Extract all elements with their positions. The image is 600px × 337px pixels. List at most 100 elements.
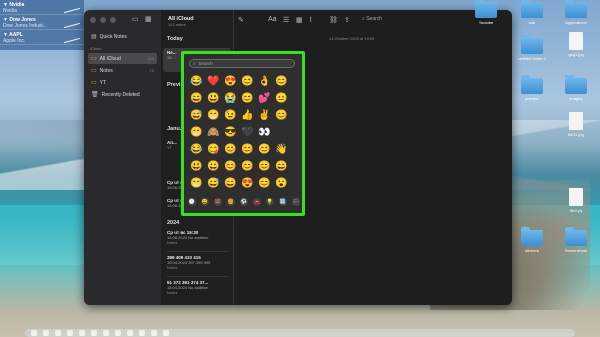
desktop-icon-file2[interactable]: file2.py	[553, 188, 599, 213]
emoji-button[interactable]: 😂	[188, 141, 205, 158]
dock-app-icon[interactable]	[55, 330, 61, 336]
emoji-button[interactable]: 🖤	[239, 124, 256, 141]
emoji-button[interactable]: ❤️	[205, 73, 222, 90]
checklist-icon[interactable]: ☰	[283, 16, 289, 24]
dock-app-icon[interactable]	[79, 330, 85, 336]
emoji-button[interactable]: 👌	[256, 73, 273, 90]
list-item[interactable]: 51 372 361 374 37... 15.04.2024 No addit…	[167, 280, 229, 295]
sidebar-item-recently-deleted[interactable]: 🗑 Recently Deleted	[88, 89, 157, 100]
emoji-picker[interactable]: ⌕ Search 😂 ❤️ 😍 😊 👌 😊 😄 😃 😭 😊 💕 😐 😅 😁 😉 👍 ✌️ 😊 😁 🙈 😎 🖤 👀 😂 😋 😊 😊 😊 👋…	[181, 51, 305, 216]
emoji-button[interactable]: 😉	[222, 107, 239, 124]
list-item[interactable]: 399 409 410 415 15.04.2024 397 395 395 N…	[167, 255, 229, 270]
sidebar-item-all-icloud[interactable]: ▭ All iCloud 142	[88, 53, 157, 64]
desktop-icon-youtube[interactable]: Youtube	[463, 0, 509, 25]
emoji-search-input[interactable]: ⌕ Search	[189, 59, 295, 68]
emoji-button[interactable]: 😐	[273, 90, 290, 107]
emoji-button[interactable]: 😊	[239, 141, 256, 158]
emoji-button[interactable]: 😊	[222, 141, 239, 158]
dock-app-icon[interactable]	[139, 330, 145, 336]
emoji-button[interactable]: 😁	[188, 124, 205, 141]
text-format-icon[interactable]: Aa	[268, 16, 277, 23]
desktop-icon-applications[interactable]: Applications	[553, 0, 599, 25]
emoji-button[interactable]: 😍	[239, 175, 256, 192]
sidebar-item-quick-notes[interactable]: ▤ Quick Notes	[88, 31, 157, 42]
desktop-icon-preview[interactable]: preview	[509, 75, 555, 101]
dock-app-icon[interactable]	[31, 330, 37, 336]
close-button[interactable]	[90, 17, 96, 23]
emoji-button[interactable]: 😊	[239, 158, 256, 175]
emoji-category-tab[interactable]: 🍔	[227, 198, 235, 206]
desktop-icon-images[interactable]: images	[553, 75, 599, 101]
sidebar-item-notes[interactable]: ▭ Notes 73	[88, 65, 157, 76]
emoji-button[interactable]: 😁	[205, 107, 222, 124]
emoji-category-tab[interactable]: 🏳	[292, 198, 300, 206]
desktop-icon-untitled-folder[interactable]: untitled folder 2	[509, 35, 555, 61]
dock-app-icon[interactable]	[43, 330, 49, 336]
emoji-category-tab[interactable]: 🕒	[188, 198, 196, 206]
emoji-button[interactable]: 😄	[188, 90, 205, 107]
emoji-button[interactable]: ✌️	[256, 107, 273, 124]
emoji-button[interactable]: 😍	[222, 73, 239, 90]
desktop-icon-ball[interactable]: ball	[509, 0, 555, 25]
compose-icon[interactable]: ✎	[238, 16, 244, 24]
emoji-category-tab[interactable]: 😀	[201, 198, 209, 206]
stock-row[interactable]: ▼ Dow Jones Dow Jones Indust...	[0, 15, 84, 30]
emoji-button[interactable]: 🙈	[205, 124, 222, 141]
emoji-button[interactable]: 💕	[256, 90, 273, 107]
dock-app-icon[interactable]	[103, 330, 109, 336]
emoji-button[interactable]: 😁	[188, 175, 205, 192]
emoji-button[interactable]: 😊	[273, 107, 290, 124]
stock-row[interactable]: ▼ AAPL Apple Inc.	[0, 30, 84, 45]
emoji-button[interactable]: 😊	[239, 90, 256, 107]
emoji-button[interactable]: 😃	[188, 158, 205, 175]
emoji-button[interactable]: 😊	[256, 175, 273, 192]
emoji-button[interactable]: 😋	[205, 141, 222, 158]
emoji-category-tab[interactable]: ⚽	[240, 198, 248, 206]
desktop-icon-gag1[interactable]: gag1.jpg	[553, 32, 599, 57]
dock-app-icon[interactable]	[91, 330, 97, 336]
desktop-icon-screenshots[interactable]: Screenshots	[553, 227, 599, 253]
desktop-icon-stickers[interactable]: stickers	[509, 227, 555, 253]
link-icon[interactable]: ⛓	[329, 16, 338, 24]
emoji-button[interactable]: 👍	[239, 107, 256, 124]
search-field[interactable]: ⌕ Search	[362, 16, 382, 22]
emoji-category-tab[interactable]: 🐻	[214, 198, 222, 206]
emoji-button[interactable]: 😀	[205, 158, 222, 175]
emoji-category-tab[interactable]: 🔣	[279, 198, 287, 206]
dock-app-icon[interactable]	[127, 330, 133, 336]
stocks-widget[interactable]: ▼ Nvidia Nvidia ▼ Dow Jones Dow Jones In…	[0, 0, 84, 50]
emoji-button[interactable]: 😮	[273, 175, 290, 192]
gallery-view-icon[interactable]: ▦	[145, 15, 152, 23]
emoji-button[interactable]: 😭	[222, 90, 239, 107]
dock-app-icon[interactable]	[163, 330, 169, 336]
emoji-button[interactable]: 😊	[273, 73, 290, 90]
zoom-button[interactable]	[110, 17, 116, 23]
emoji-button[interactable]: 😅	[188, 107, 205, 124]
share-icon[interactable]: ⇪	[344, 16, 350, 24]
table-icon[interactable]: ▦	[296, 16, 303, 24]
emoji-button[interactable]: 😊	[256, 141, 273, 158]
dock-app-icon[interactable]	[115, 330, 121, 336]
sidebar-item-yt[interactable]: ▭ YT	[88, 77, 157, 88]
emoji-button[interactable]	[273, 124, 290, 141]
desktop-icon-file11[interactable]: file11.jpg	[553, 112, 599, 137]
dock-app-icon[interactable]	[67, 330, 73, 336]
sidebar-toggle-icon[interactable]: ▭	[132, 15, 139, 23]
attachment-icon[interactable]: ⌇	[309, 16, 312, 24]
minimize-button[interactable]	[100, 17, 106, 23]
dock-app-icon[interactable]	[151, 330, 157, 336]
emoji-button[interactable]: 😎	[222, 124, 239, 141]
emoji-button[interactable]: 😅	[205, 175, 222, 192]
emoji-button[interactable]: 😃	[205, 90, 222, 107]
emoji-button[interactable]: 😊	[256, 158, 273, 175]
emoji-button[interactable]: 😊	[222, 158, 239, 175]
stock-row[interactable]: ▼ Nvidia Nvidia	[0, 0, 84, 15]
emoji-button[interactable]: 👀	[256, 124, 273, 141]
emoji-button[interactable]: 😄	[273, 158, 290, 175]
emoji-category-tab[interactable]: 💡	[266, 198, 274, 206]
emoji-button[interactable]: 😊	[239, 73, 256, 90]
list-item[interactable]: Ср чт вс 15:30 15.08.2024 No addition No…	[167, 230, 229, 245]
emoji-button[interactable]: 👋	[273, 141, 290, 158]
emoji-button[interactable]: 😄	[222, 175, 239, 192]
emoji-button[interactable]: 😂	[188, 73, 205, 90]
